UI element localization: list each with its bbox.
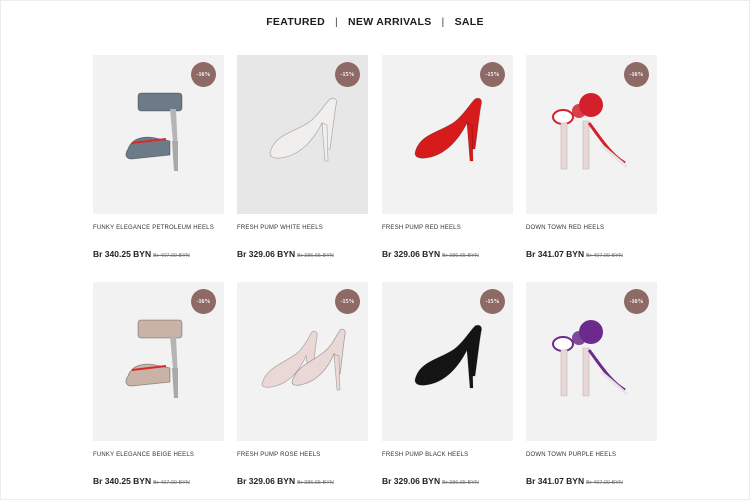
current-price: Br 341.07 BYN — [526, 249, 585, 259]
product-image[interactable]: -16% — [526, 282, 657, 441]
old-price: Br 407.00 BYN — [153, 480, 190, 486]
shoe-image — [414, 324, 482, 389]
old-price: Br 407.00 BYN — [586, 480, 623, 486]
product-title[interactable]: FRESH PUMP WHITE HEELS — [237, 225, 377, 231]
current-price: Br 341.07 BYN — [526, 476, 585, 486]
product-title[interactable]: FRESH PUMP ROSE HEELS — [237, 452, 377, 458]
product-price: Br 329.06 BYN Br 386.65 BYN — [382, 249, 479, 259]
shoe-image — [552, 320, 628, 397]
product-title[interactable]: FRESH PUMP BLACK HEELS — [382, 452, 522, 458]
product-image[interactable]: -16% — [93, 282, 224, 441]
product-title[interactable]: FRESH PUMP RED HEELS — [382, 225, 522, 231]
tab-new-arrivals[interactable]: NEW ARRIVALS — [348, 16, 432, 28]
current-price: Br 329.06 BYN — [382, 476, 441, 486]
product-price: Br 329.06 BYN Br 386.65 BYN — [237, 249, 334, 259]
product-image[interactable]: -15% — [382, 282, 513, 441]
discount-badge: -15% — [335, 62, 360, 87]
product-title[interactable]: FUNKY ELEGANCE PETROLEUM HEELS — [93, 225, 233, 231]
shoe-image — [552, 93, 628, 170]
shoe-image — [125, 319, 183, 398]
old-price: Br 407.00 BYN — [586, 253, 623, 259]
old-price: Br 386.65 BYN — [297, 480, 334, 486]
discount-badge: -15% — [480, 62, 505, 87]
current-price: Br 329.06 BYN — [237, 476, 296, 486]
product-price: Br 340.25 BYN Br 407.00 BYN — [93, 249, 190, 259]
product-price: Br 341.07 BYN Br 407.00 BYN — [526, 249, 623, 259]
discount-badge: -16% — [191, 289, 216, 314]
shoe-image — [261, 328, 346, 391]
product-image[interactable]: -16% — [93, 55, 224, 214]
discount-badge: -15% — [335, 289, 360, 314]
product-title[interactable]: DOWN TOWN RED HEELS — [526, 225, 666, 231]
product-price: Br 329.06 BYN Br 386.65 BYN — [382, 476, 479, 486]
tab-separator: | — [335, 16, 339, 28]
old-price: Br 386.65 BYN — [297, 253, 334, 259]
product-image[interactable]: -15% — [382, 55, 513, 214]
product-title[interactable]: FUNKY ELEGANCE BEIGE HEELS — [93, 452, 233, 458]
product-image[interactable]: -15% — [237, 282, 368, 441]
old-price: Br 407.00 BYN — [153, 253, 190, 259]
old-price: Br 386.65 BYN — [442, 253, 479, 259]
product-image[interactable]: -15% — [237, 55, 368, 214]
current-price: Br 329.06 BYN — [237, 249, 296, 259]
shoe-image — [269, 97, 337, 162]
current-price: Br 329.06 BYN — [382, 249, 441, 259]
product-image[interactable]: -16% — [526, 55, 657, 214]
discount-badge: -16% — [624, 62, 649, 87]
product-price: Br 341.07 BYN Br 407.00 BYN — [526, 476, 623, 486]
shoe-image — [414, 97, 482, 162]
current-price: Br 340.25 BYN — [93, 476, 152, 486]
shoe-image — [125, 92, 183, 171]
tab-featured[interactable]: FEATURED — [266, 16, 325, 28]
tab-separator: | — [441, 16, 445, 28]
discount-badge: -16% — [624, 289, 649, 314]
current-price: Br 340.25 BYN — [93, 249, 152, 259]
tab-sale[interactable]: SALE — [455, 16, 484, 28]
product-price: Br 340.25 BYN Br 407.00 BYN — [93, 476, 190, 486]
product-price: Br 329.06 BYN Br 386.65 BYN — [237, 476, 334, 486]
discount-badge: -16% — [191, 62, 216, 87]
discount-badge: -15% — [480, 289, 505, 314]
product-title[interactable]: DOWN TOWN PURPLE HEELS — [526, 452, 666, 458]
product-tabs: FEATURED | NEW ARRIVALS | SALE — [0, 16, 750, 28]
old-price: Br 386.65 BYN — [442, 480, 479, 486]
